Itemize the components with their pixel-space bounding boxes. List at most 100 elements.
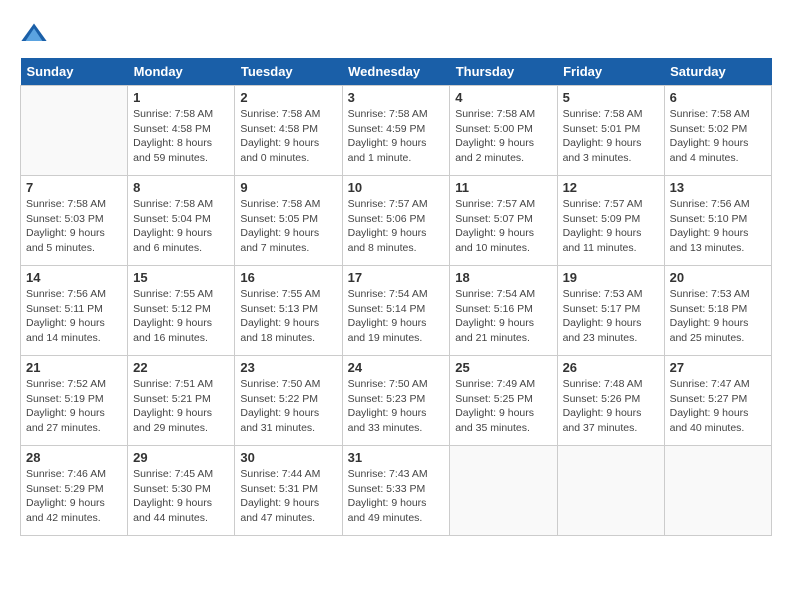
day-info: Sunrise: 7:58 AMSunset: 5:00 PMDaylight:… [455, 107, 551, 166]
calendar-cell: 8 Sunrise: 7:58 AMSunset: 5:04 PMDaylight… [128, 176, 235, 266]
day-number: 8 [133, 180, 229, 195]
calendar-cell: 20 Sunrise: 7:53 AMSunset: 5:18 PMDayligh… [664, 266, 771, 356]
day-number: 15 [133, 270, 229, 285]
calendar-header-tuesday: Tuesday [235, 58, 342, 86]
day-info: Sunrise: 7:58 AMSunset: 5:05 PMDaylight:… [240, 197, 336, 256]
calendar-cell: 12 Sunrise: 7:57 AMSunset: 5:09 PMDayligh… [557, 176, 664, 266]
calendar-cell: 11 Sunrise: 7:57 AMSunset: 5:07 PMDayligh… [450, 176, 557, 266]
day-info: Sunrise: 7:52 AMSunset: 5:19 PMDaylight:… [26, 377, 122, 436]
day-info: Sunrise: 7:58 AMSunset: 4:58 PMDaylight:… [240, 107, 336, 166]
logo [20, 20, 52, 48]
day-number: 28 [26, 450, 122, 465]
day-number: 23 [240, 360, 336, 375]
day-number: 18 [455, 270, 551, 285]
calendar-cell: 28 Sunrise: 7:46 AMSunset: 5:29 PMDayligh… [21, 446, 128, 536]
day-info: Sunrise: 7:55 AMSunset: 5:13 PMDaylight:… [240, 287, 336, 346]
day-number: 6 [670, 90, 766, 105]
day-info: Sunrise: 7:50 AMSunset: 5:23 PMDaylight:… [348, 377, 445, 436]
calendar-cell: 4 Sunrise: 7:58 AMSunset: 5:00 PMDaylight… [450, 86, 557, 176]
day-info: Sunrise: 7:58 AMSunset: 5:01 PMDaylight:… [563, 107, 659, 166]
calendar-body: 1 Sunrise: 7:58 AMSunset: 4:58 PMDaylight… [21, 86, 772, 536]
day-number: 9 [240, 180, 336, 195]
day-number: 24 [348, 360, 445, 375]
day-number: 12 [563, 180, 659, 195]
day-number: 10 [348, 180, 445, 195]
day-info: Sunrise: 7:53 AMSunset: 5:17 PMDaylight:… [563, 287, 659, 346]
day-number: 11 [455, 180, 551, 195]
calendar-cell: 16 Sunrise: 7:55 AMSunset: 5:13 PMDayligh… [235, 266, 342, 356]
day-info: Sunrise: 7:58 AMSunset: 5:04 PMDaylight:… [133, 197, 229, 256]
day-info: Sunrise: 7:53 AMSunset: 5:18 PMDaylight:… [670, 287, 766, 346]
calendar-cell: 17 Sunrise: 7:54 AMSunset: 5:14 PMDayligh… [342, 266, 450, 356]
day-number: 30 [240, 450, 336, 465]
day-info: Sunrise: 7:56 AMSunset: 5:11 PMDaylight:… [26, 287, 122, 346]
day-number: 25 [455, 360, 551, 375]
calendar-cell: 10Sunrise: 7:57 AMSunset: 5:06 PMDayligh… [342, 176, 450, 266]
calendar-cell: 25 Sunrise: 7:49 AMSunset: 5:25 PMDayligh… [450, 356, 557, 446]
calendar-cell: 31 Sunrise: 7:43 AMSunset: 5:33 PMDayligh… [342, 446, 450, 536]
day-info: Sunrise: 7:56 AMSunset: 5:10 PMDaylight:… [670, 197, 766, 256]
calendar-week-row: 14 Sunrise: 7:56 AMSunset: 5:11 PMDayligh… [21, 266, 772, 356]
day-number: 27 [670, 360, 766, 375]
calendar-cell: 19Sunrise: 7:53 AMSunset: 5:17 PMDayligh… [557, 266, 664, 356]
day-number: 26 [563, 360, 659, 375]
calendar-cell: 9 Sunrise: 7:58 AMSunset: 5:05 PMDaylight… [235, 176, 342, 266]
calendar-header-saturday: Saturday [664, 58, 771, 86]
calendar-cell: 7Sunrise: 7:58 AMSunset: 5:03 PMDaylight… [21, 176, 128, 266]
calendar-header-row: SundayMondayTuesdayWednesdayThursdayFrid… [21, 58, 772, 86]
day-number: 4 [455, 90, 551, 105]
calendar: SundayMondayTuesdayWednesdayThursdayFrid… [20, 58, 772, 536]
calendar-week-row: 21 Sunrise: 7:52 AMSunset: 5:19 PMDayligh… [21, 356, 772, 446]
day-info: Sunrise: 7:46 AMSunset: 5:29 PMDaylight:… [26, 467, 122, 526]
calendar-week-row: 7Sunrise: 7:58 AMSunset: 5:03 PMDaylight… [21, 176, 772, 266]
calendar-cell: 23 Sunrise: 7:50 AMSunset: 5:22 PMDayligh… [235, 356, 342, 446]
calendar-cell: 15Sunrise: 7:55 AMSunset: 5:12 PMDayligh… [128, 266, 235, 356]
calendar-cell: 21 Sunrise: 7:52 AMSunset: 5:19 PMDayligh… [21, 356, 128, 446]
calendar-week-row: 28 Sunrise: 7:46 AMSunset: 5:29 PMDayligh… [21, 446, 772, 536]
calendar-cell [450, 446, 557, 536]
day-info: Sunrise: 7:51 AMSunset: 5:21 PMDaylight:… [133, 377, 229, 436]
calendar-header-monday: Monday [128, 58, 235, 86]
header [20, 20, 772, 48]
day-number: 21 [26, 360, 122, 375]
day-number: 31 [348, 450, 445, 465]
calendar-cell: 27Sunrise: 7:47 AMSunset: 5:27 PMDayligh… [664, 356, 771, 446]
day-number: 5 [563, 90, 659, 105]
day-info: Sunrise: 7:45 AMSunset: 5:30 PMDaylight:… [133, 467, 229, 526]
day-number: 17 [348, 270, 445, 285]
day-number: 3 [348, 90, 445, 105]
calendar-header-sunday: Sunday [21, 58, 128, 86]
day-info: Sunrise: 7:54 AMSunset: 5:14 PMDaylight:… [348, 287, 445, 346]
day-info: Sunrise: 7:58 AMSunset: 4:59 PMDaylight:… [348, 107, 445, 166]
day-info: Sunrise: 7:54 AMSunset: 5:16 PMDaylight:… [455, 287, 551, 346]
day-info: Sunrise: 7:58 AMSunset: 5:03 PMDaylight:… [26, 197, 122, 256]
day-info: Sunrise: 7:49 AMSunset: 5:25 PMDaylight:… [455, 377, 551, 436]
day-number: 29 [133, 450, 229, 465]
day-info: Sunrise: 7:57 AMSunset: 5:09 PMDaylight:… [563, 197, 659, 256]
calendar-header-friday: Friday [557, 58, 664, 86]
day-number: 16 [240, 270, 336, 285]
day-number: 14 [26, 270, 122, 285]
day-number: 1 [133, 90, 229, 105]
calendar-cell [557, 446, 664, 536]
calendar-cell: 2Sunrise: 7:58 AMSunset: 4:58 PMDaylight… [235, 86, 342, 176]
day-info: Sunrise: 7:50 AMSunset: 5:22 PMDaylight:… [240, 377, 336, 436]
calendar-cell: 22 Sunrise: 7:51 AMSunset: 5:21 PMDayligh… [128, 356, 235, 446]
calendar-cell: 18 Sunrise: 7:54 AMSunset: 5:16 PMDayligh… [450, 266, 557, 356]
logo-icon [20, 20, 48, 48]
day-info: Sunrise: 7:58 AMSunset: 4:58 PMDaylight:… [133, 107, 229, 166]
calendar-cell: 24 Sunrise: 7:50 AMSunset: 5:23 PMDayligh… [342, 356, 450, 446]
day-info: Sunrise: 7:43 AMSunset: 5:33 PMDaylight:… [348, 467, 445, 526]
calendar-cell: 6Sunrise: 7:58 AMSunset: 5:02 PMDaylight… [664, 86, 771, 176]
day-info: Sunrise: 7:57 AMSunset: 5:07 PMDaylight:… [455, 197, 551, 256]
day-number: 20 [670, 270, 766, 285]
calendar-header-wednesday: Wednesday [342, 58, 450, 86]
day-info: Sunrise: 7:44 AMSunset: 5:31 PMDaylight:… [240, 467, 336, 526]
day-number: 22 [133, 360, 229, 375]
calendar-cell: 29 Sunrise: 7:45 AMSunset: 5:30 PMDayligh… [128, 446, 235, 536]
calendar-cell: 3 Sunrise: 7:58 AMSunset: 4:59 PMDaylight… [342, 86, 450, 176]
calendar-cell [21, 86, 128, 176]
calendar-cell: 1 Sunrise: 7:58 AMSunset: 4:58 PMDaylight… [128, 86, 235, 176]
calendar-header-thursday: Thursday [450, 58, 557, 86]
calendar-cell: 26Sunrise: 7:48 AMSunset: 5:26 PMDayligh… [557, 356, 664, 446]
